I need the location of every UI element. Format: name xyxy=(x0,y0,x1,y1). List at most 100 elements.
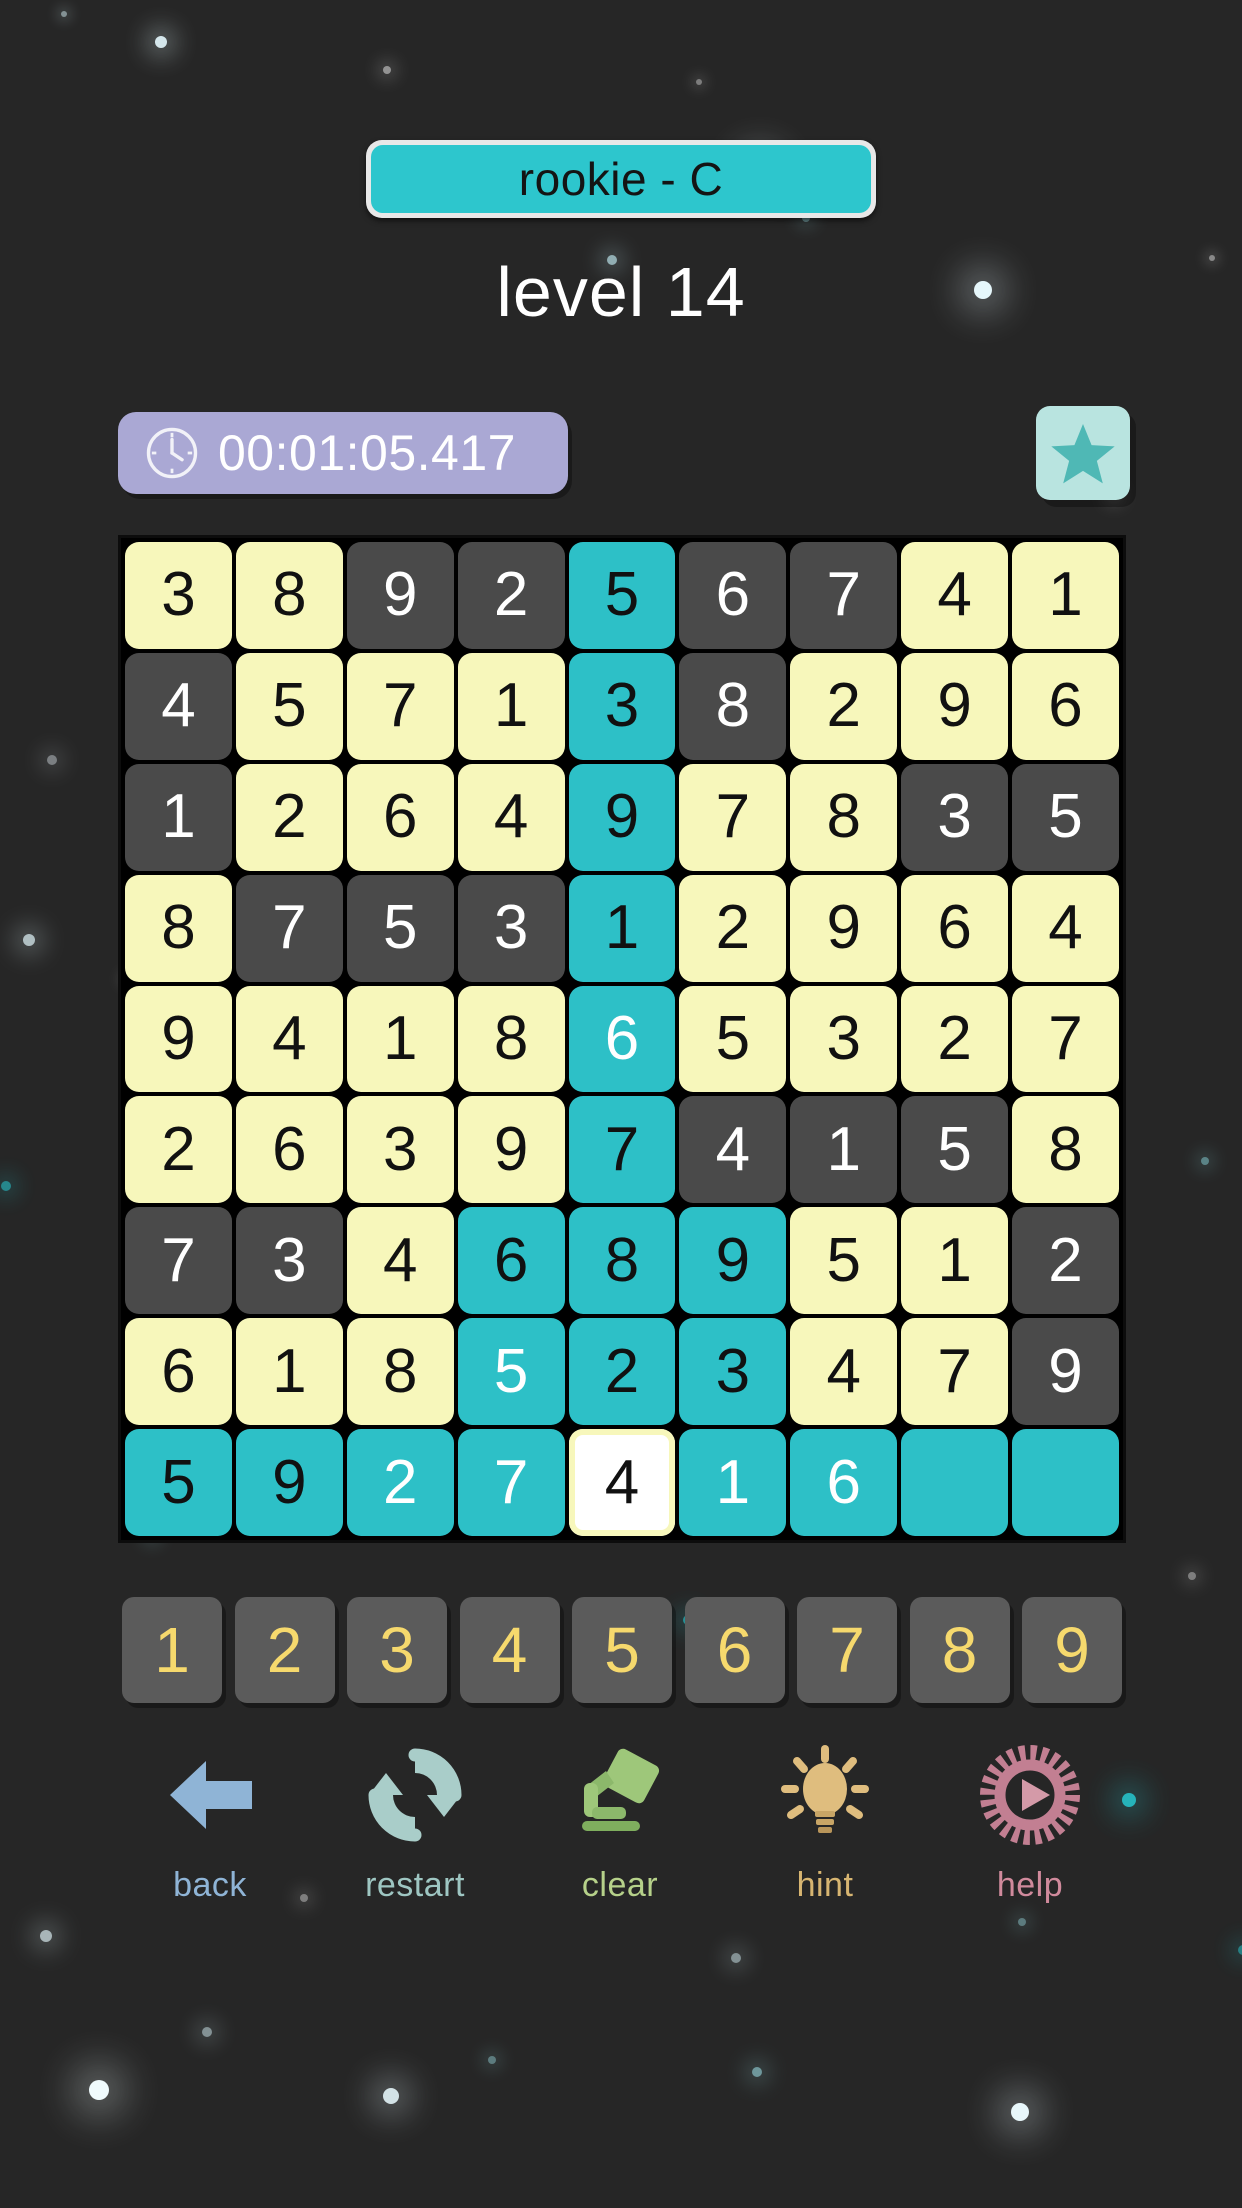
cell-r6c7[interactable]: 1 xyxy=(790,1096,898,1204)
cell-r7c4[interactable]: 6 xyxy=(457,1207,565,1315)
cell-r9c5[interactable]: 4 xyxy=(568,1429,676,1536)
cell-r4c8[interactable]: 6 xyxy=(901,874,1009,982)
cell-r1c8[interactable]: 4 xyxy=(901,542,1009,649)
cell-r5c5[interactable]: 6 xyxy=(568,985,676,1093)
cell-r2c1[interactable]: 4 xyxy=(125,652,232,760)
cell-r6c3[interactable]: 3 xyxy=(346,1096,454,1204)
cell-r1c6[interactable]: 6 xyxy=(679,542,787,649)
cell-r4c4[interactable]: 3 xyxy=(457,874,565,982)
difficulty-badge[interactable]: rookie - C xyxy=(366,140,876,218)
cell-r5c8[interactable]: 2 xyxy=(901,985,1009,1093)
cell-r3c4[interactable]: 4 xyxy=(457,763,565,871)
cell-r9c7[interactable]: 6 xyxy=(790,1429,898,1536)
cell-r8c8[interactable]: 7 xyxy=(901,1318,1009,1426)
cell-r5c4[interactable]: 8 xyxy=(457,985,565,1093)
toolbar-item-hint[interactable]: hint xyxy=(735,1740,915,1905)
cell-r1c5[interactable]: 5 xyxy=(568,542,676,649)
cell-r8c9[interactable]: 9 xyxy=(1012,1318,1119,1426)
cell-r9c4[interactable]: 7 xyxy=(457,1429,565,1536)
cell-r7c7[interactable]: 5 xyxy=(790,1207,898,1315)
numpad-key-8[interactable]: 8 xyxy=(909,1597,1010,1703)
cell-r4c1[interactable]: 8 xyxy=(125,874,232,982)
cell-r1c3[interactable]: 9 xyxy=(346,542,454,649)
numpad-key-2[interactable]: 2 xyxy=(234,1597,335,1703)
cell-r3c5[interactable]: 9 xyxy=(568,763,676,871)
cell-r2c5[interactable]: 3 xyxy=(568,652,676,760)
cell-r8c6[interactable]: 3 xyxy=(679,1318,787,1426)
cell-r4c3[interactable]: 5 xyxy=(346,874,454,982)
cell-r1c7[interactable]: 7 xyxy=(790,542,898,649)
cell-r1c1[interactable]: 3 xyxy=(125,542,232,649)
cell-r2c8[interactable]: 9 xyxy=(901,652,1009,760)
number-pad[interactable]: 123456789 xyxy=(122,1597,1122,1703)
cell-r9c8[interactable] xyxy=(901,1429,1009,1536)
cell-r4c2[interactable]: 7 xyxy=(235,874,343,982)
toolbar-item-back[interactable]: back xyxy=(120,1740,300,1905)
cell-r9c2[interactable]: 9 xyxy=(235,1429,343,1536)
star-button[interactable] xyxy=(1036,406,1130,500)
cell-r1c2[interactable]: 8 xyxy=(235,542,343,649)
cell-r8c3[interactable]: 8 xyxy=(346,1318,454,1426)
cell-r1c9[interactable]: 1 xyxy=(1012,542,1119,649)
cell-r8c2[interactable]: 1 xyxy=(235,1318,343,1426)
toolbar-item-clear[interactable]: clear xyxy=(530,1740,710,1905)
numpad-key-5[interactable]: 5 xyxy=(572,1597,672,1703)
cell-r9c6[interactable]: 1 xyxy=(679,1429,787,1536)
cell-r3c1[interactable]: 1 xyxy=(125,763,232,871)
cell-r8c4[interactable]: 5 xyxy=(457,1318,565,1426)
cell-r2c7[interactable]: 2 xyxy=(790,652,898,760)
bottom-toolbar[interactable]: back restart clear hint help xyxy=(120,1740,1120,1905)
cell-r5c6[interactable]: 5 xyxy=(679,985,787,1093)
cell-r3c8[interactable]: 3 xyxy=(901,763,1009,871)
numpad-key-3[interactable]: 3 xyxy=(347,1597,447,1703)
cell-r3c3[interactable]: 6 xyxy=(346,763,454,871)
cell-r7c6[interactable]: 9 xyxy=(679,1207,787,1315)
numpad-key-1[interactable]: 1 xyxy=(122,1597,222,1703)
cell-r7c3[interactable]: 4 xyxy=(346,1207,454,1315)
cell-r6c2[interactable]: 6 xyxy=(235,1096,343,1204)
cell-r3c9[interactable]: 5 xyxy=(1012,763,1119,871)
toolbar-item-help[interactable]: help xyxy=(940,1740,1120,1905)
cell-r5c9[interactable]: 7 xyxy=(1012,985,1119,1093)
toolbar-item-restart[interactable]: restart xyxy=(325,1740,505,1905)
cell-r2c9[interactable]: 6 xyxy=(1012,652,1119,760)
cell-r3c2[interactable]: 2 xyxy=(235,763,343,871)
cell-r8c5[interactable]: 2 xyxy=(568,1318,676,1426)
cell-r8c1[interactable]: 6 xyxy=(125,1318,232,1426)
cell-r6c8[interactable]: 5 xyxy=(901,1096,1009,1204)
numpad-key-4[interactable]: 4 xyxy=(459,1597,560,1703)
cell-r6c1[interactable]: 2 xyxy=(125,1096,232,1204)
cell-r6c5[interactable]: 7 xyxy=(568,1096,676,1204)
cell-r6c9[interactable]: 8 xyxy=(1012,1096,1119,1204)
cell-r4c5[interactable]: 1 xyxy=(568,874,676,982)
cell-r4c7[interactable]: 9 xyxy=(790,874,898,982)
cell-r4c9[interactable]: 4 xyxy=(1012,874,1119,982)
cell-r7c8[interactable]: 1 xyxy=(901,1207,1009,1315)
cell-r5c2[interactable]: 4 xyxy=(235,985,343,1093)
cell-r3c6[interactable]: 7 xyxy=(679,763,787,871)
cell-r2c4[interactable]: 1 xyxy=(457,652,565,760)
cell-r1c4[interactable]: 2 xyxy=(457,542,565,649)
cell-r6c4[interactable]: 9 xyxy=(457,1096,565,1204)
cell-r5c7[interactable]: 3 xyxy=(790,985,898,1093)
cell-r2c3[interactable]: 7 xyxy=(346,652,454,760)
cell-r9c9[interactable] xyxy=(1012,1429,1119,1536)
cell-r9c1[interactable]: 5 xyxy=(125,1429,232,1536)
sudoku-board[interactable]: 3892567414571382961264978358753129649418… xyxy=(118,535,1126,1543)
cell-r7c9[interactable]: 2 xyxy=(1012,1207,1119,1315)
cell-r5c3[interactable]: 1 xyxy=(346,985,454,1093)
numpad-key-7[interactable]: 7 xyxy=(797,1597,897,1703)
numpad-key-6[interactable]: 6 xyxy=(684,1597,785,1703)
cell-r7c1[interactable]: 7 xyxy=(125,1207,232,1315)
cell-r2c2[interactable]: 5 xyxy=(235,652,343,760)
cell-r9c3[interactable]: 2 xyxy=(346,1429,454,1536)
cell-r5c1[interactable]: 9 xyxy=(125,985,232,1093)
cell-r2c6[interactable]: 8 xyxy=(679,652,787,760)
cell-r3c7[interactable]: 8 xyxy=(790,763,898,871)
cell-r7c5[interactable]: 8 xyxy=(568,1207,676,1315)
cell-r6c6[interactable]: 4 xyxy=(679,1096,787,1204)
cell-r4c6[interactable]: 2 xyxy=(679,874,787,982)
cell-r8c7[interactable]: 4 xyxy=(790,1318,898,1426)
numpad-key-9[interactable]: 9 xyxy=(1022,1597,1122,1703)
cell-r7c2[interactable]: 3 xyxy=(235,1207,343,1315)
